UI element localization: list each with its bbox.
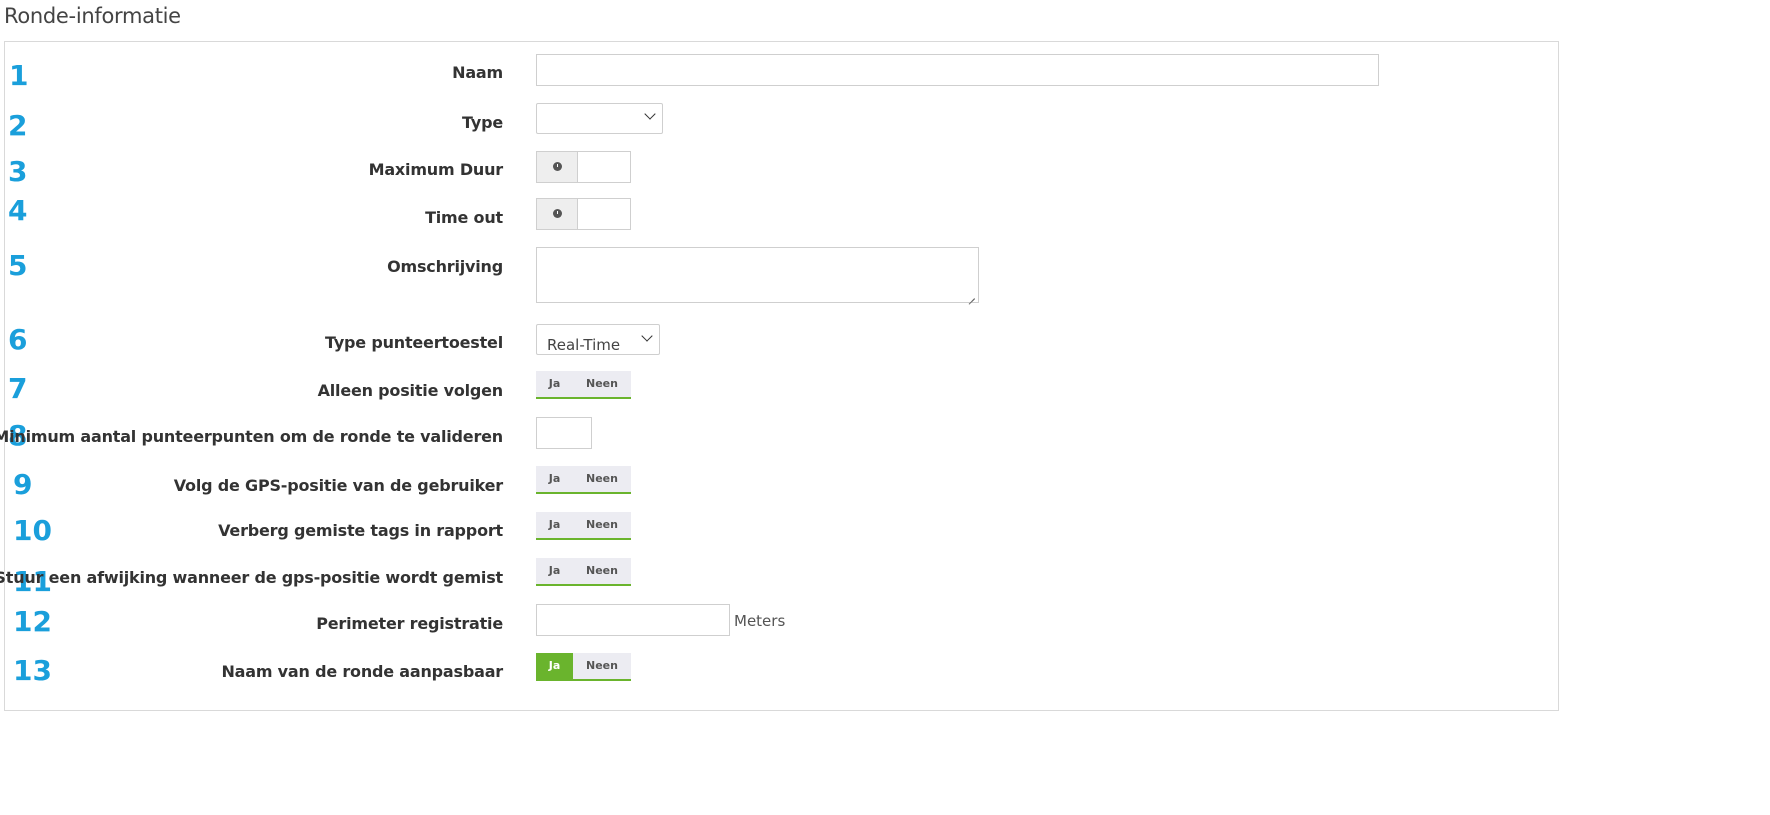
- label-verberg-tags: Verberg gemiste tags in rapport: [218, 521, 503, 540]
- label-volg-gps: Volg de GPS-positie van de gebruiker: [173, 476, 503, 495]
- row-number: 12: [13, 605, 52, 638]
- duration-addon: [537, 199, 578, 229]
- row-number: 2: [8, 109, 28, 142]
- clock-icon: [553, 209, 562, 218]
- toggle-ja[interactable]: Ja: [536, 653, 573, 679]
- chevron-down-icon: [644, 108, 656, 120]
- label-naam: Naam: [452, 63, 503, 82]
- toggle-ja[interactable]: Ja: [536, 512, 573, 538]
- label-stuur-afwijking: Stuur een afwijking wanneer de gps-posit…: [0, 568, 503, 587]
- row-number: 13: [13, 654, 52, 687]
- naam-input[interactable]: [536, 54, 1379, 86]
- toggle-neen[interactable]: Neen: [573, 653, 631, 679]
- label-perimeter: Perimeter registratie: [316, 614, 503, 633]
- row-number: 9: [13, 468, 33, 501]
- type-punteertoestel-value: Real-Time: [547, 336, 621, 354]
- label-maximum-duur: Maximum Duur: [368, 160, 504, 179]
- stuur-afwijking-toggle[interactable]: Ja Neen: [536, 558, 631, 586]
- volg-gps-toggle[interactable]: Ja Neen: [536, 466, 631, 494]
- row-number: 1: [9, 59, 29, 92]
- naam-aanpasbaar-toggle[interactable]: Ja Neen: [536, 653, 631, 681]
- type-select[interactable]: [536, 103, 663, 134]
- row-number: 3: [8, 155, 28, 188]
- verberg-tags-toggle[interactable]: Ja Neen: [536, 512, 631, 540]
- minimum-punteerpunten-input[interactable]: [536, 417, 592, 449]
- type-punteertoestel-select[interactable]: Real-Time: [536, 324, 660, 355]
- toggle-ja[interactable]: Ja: [536, 371, 573, 397]
- omschrijving-textarea[interactable]: [536, 247, 979, 303]
- label-time-out: Time out: [425, 208, 503, 227]
- label-alleen-positie: Alleen positie volgen: [317, 381, 504, 400]
- label-type-punteertoestel: Type punteertoestel: [325, 333, 503, 352]
- label-omschrijving: Omschrijving: [387, 257, 503, 276]
- maximum-duur-input[interactable]: [536, 151, 631, 183]
- toggle-neen[interactable]: Neen: [573, 371, 631, 397]
- chevron-down-icon: [641, 330, 653, 342]
- row-number: 6: [8, 323, 28, 356]
- perimeter-input[interactable]: [536, 604, 730, 636]
- resize-handle-icon[interactable]: [967, 291, 975, 299]
- toggle-ja[interactable]: Ja: [536, 558, 573, 584]
- row-number: 5: [8, 249, 28, 282]
- row-number: 7: [8, 372, 28, 405]
- label-type: Type: [462, 113, 503, 132]
- form-panel: [4, 41, 1559, 711]
- perimeter-unit: Meters: [734, 612, 786, 630]
- toggle-ja[interactable]: Ja: [536, 466, 573, 492]
- time-out-input[interactable]: [536, 198, 631, 230]
- label-minimum-punteerpunten: Minimum aantal punteerpunten om de ronde…: [0, 427, 503, 446]
- toggle-neen[interactable]: Neen: [573, 512, 631, 538]
- toggle-neen[interactable]: Neen: [573, 466, 631, 492]
- section-title: Ronde-informatie: [4, 4, 181, 28]
- row-number: 4: [8, 194, 28, 227]
- row-number: 10: [13, 514, 52, 547]
- toggle-neen[interactable]: Neen: [573, 558, 631, 584]
- duration-addon: [537, 152, 578, 182]
- alleen-positie-toggle[interactable]: Ja Neen: [536, 371, 631, 399]
- label-naam-aanpasbaar: Naam van de ronde aanpasbaar: [221, 662, 503, 681]
- clock-icon: [553, 162, 562, 171]
